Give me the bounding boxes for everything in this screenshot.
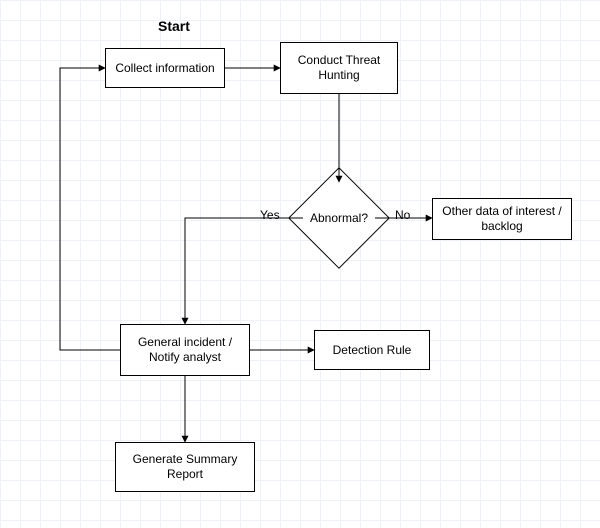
flowchart-canvas: Start Collect information Conduct Threat… [0,0,600,528]
edge-abnormal-yes-to-incident [185,218,303,324]
edges-layer [0,0,600,528]
edge-incident-loop-to-collect [60,68,120,350]
